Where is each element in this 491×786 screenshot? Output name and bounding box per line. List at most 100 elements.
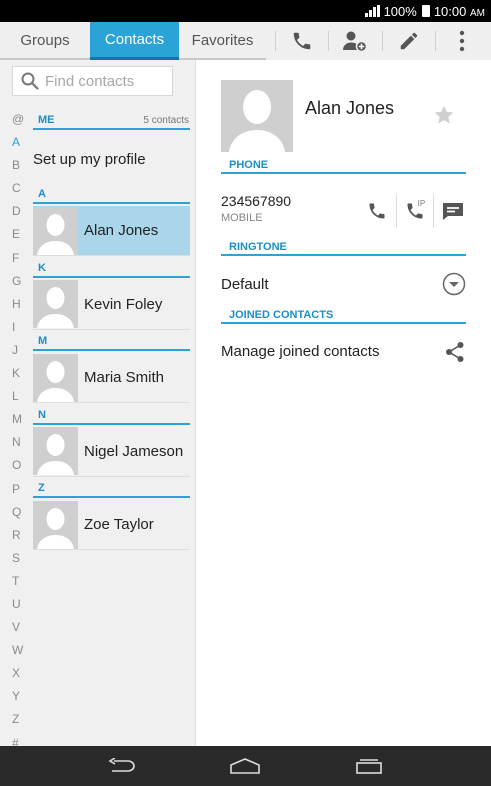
alphabet-index-letter[interactable]: U: [0, 593, 34, 616]
alphabet-index-letter[interactable]: I: [0, 316, 34, 339]
alphabet-index-letter[interactable]: L: [0, 385, 34, 408]
ip-label: IP: [417, 199, 426, 208]
share-button[interactable]: [445, 341, 465, 368]
message-button[interactable]: [434, 193, 471, 229]
alphabet-index-letter[interactable]: Z: [0, 708, 34, 731]
battery-level: 100%: [383, 3, 417, 19]
avatar: [33, 353, 78, 402]
alphabet-index-letter[interactable]: T: [0, 570, 34, 593]
contact-list-item[interactable]: Maria Smith: [33, 353, 190, 403]
alphabet-index-letter[interactable]: D: [0, 200, 34, 223]
person-silhouette-icon: [37, 507, 74, 549]
clock: 10:00 AM: [433, 3, 485, 19]
avatar: [33, 280, 78, 328]
contact-list-item[interactable]: Kevin Foley: [33, 280, 190, 330]
contact-name: Nigel Jameson: [84, 442, 184, 460]
add-contact-button[interactable]: [335, 26, 375, 56]
alphabet-index-letter[interactable]: J: [0, 339, 34, 362]
phone-actions: IP: [359, 193, 471, 229]
action-bar: Groups Contacts Favorites: [0, 22, 491, 60]
alphabet-index-letter[interactable]: O: [0, 454, 34, 477]
alphabet-index-letter[interactable]: E: [0, 223, 34, 246]
divider: [434, 31, 436, 51]
ip-call-button[interactable]: IP: [397, 193, 434, 229]
favorite-toggle[interactable]: [433, 104, 455, 131]
section-header: A: [33, 186, 190, 204]
contact-list-pane: Find contacts @ A B C D E F G H I J K L M N O P Q R S T U V W X Y…: [0, 60, 196, 750]
avatar: [33, 500, 78, 549]
alphabet-index-letter[interactable]: Q: [0, 501, 34, 524]
person-silhouette-icon: [37, 360, 74, 402]
phone-number[interactable]: 234567890: [221, 193, 291, 209]
ringtone-section-header: RINGTONE: [221, 240, 466, 256]
phone-section-header: PHONE: [221, 158, 466, 174]
signal-icon: [364, 5, 380, 17]
overflow-menu-button[interactable]: [442, 26, 482, 56]
contact-list-item[interactable]: Alan Jones: [33, 206, 190, 256]
tab-favorites[interactable]: Favorites: [179, 22, 266, 60]
star-icon: [434, 105, 454, 124]
alphabet-index-letter[interactable]: G: [0, 270, 34, 293]
alphabet-index[interactable]: @ A B C D E F G H I J K L M N O P Q R S T U V W X Y Z #: [0, 108, 34, 755]
alphabet-index-letter[interactable]: M: [0, 408, 34, 431]
back-icon: [108, 758, 135, 772]
alphabet-index-letter[interactable]: H: [0, 293, 34, 316]
message-icon: [442, 203, 463, 220]
contact-name: Zoe Taylor: [84, 516, 154, 533]
tab-groups[interactable]: Groups: [0, 22, 90, 60]
phone-type: MOBILE: [221, 212, 263, 224]
person-silhouette-icon: [37, 213, 74, 255]
contact-name: Maria Smith: [84, 369, 165, 386]
alphabet-index-letter[interactable]: W: [0, 639, 34, 662]
alphabet-index-letter[interactable]: S: [0, 547, 34, 570]
edit-button[interactable]: [389, 26, 429, 56]
home-icon: [230, 758, 261, 774]
divider: [328, 31, 330, 51]
set-up-profile-item[interactable]: Set up my profile: [33, 142, 190, 176]
chevron-down-icon: [442, 272, 466, 296]
contact-list-item[interactable]: Zoe Taylor: [33, 500, 190, 550]
call-button[interactable]: [359, 193, 396, 229]
alphabet-index-letter[interactable]: A: [0, 131, 34, 154]
contact-name: Alan Jones: [84, 222, 159, 239]
status-bar: 100% 10:00 AM: [0, 0, 491, 22]
alphabet-index-letter[interactable]: P: [0, 478, 34, 501]
ringtone-value[interactable]: Default: [221, 276, 269, 293]
ringtone-dropdown[interactable]: [442, 272, 466, 301]
more-vert-icon: [459, 30, 465, 52]
search-placeholder: Find contacts: [45, 72, 135, 90]
search-input[interactable]: Find contacts: [12, 66, 173, 96]
contact-photo[interactable]: [221, 80, 293, 152]
tab-contacts[interactable]: Contacts: [90, 22, 179, 60]
alphabet-index-letter[interactable]: @: [0, 108, 34, 131]
section-header: N: [33, 407, 190, 425]
alphabet-index-letter[interactable]: N: [0, 431, 34, 454]
recent-apps-button[interactable]: [339, 746, 399, 786]
person-silhouette-icon: [229, 90, 285, 152]
pencil-icon: [400, 32, 417, 50]
dialer-button[interactable]: [282, 26, 322, 56]
person-silhouette-icon: [37, 287, 74, 328]
contact-count: 5 contacts: [143, 115, 189, 126]
alphabet-index-letter[interactable]: K: [0, 362, 34, 385]
alphabet-index-letter[interactable]: B: [0, 154, 34, 177]
contact-list-item[interactable]: Nigel Jameson: [33, 427, 190, 477]
person-silhouette-icon: [37, 434, 74, 475]
divider: [381, 31, 383, 51]
back-button[interactable]: [92, 746, 152, 786]
alphabet-index-letter[interactable]: C: [0, 177, 34, 200]
share-icon: [446, 342, 464, 362]
contact-name: Kevin Foley: [84, 295, 163, 313]
avatar: [33, 427, 78, 475]
alphabet-index-letter[interactable]: R: [0, 524, 34, 547]
manage-joined-contacts[interactable]: Manage joined contacts: [221, 343, 379, 360]
navigation-bar: [0, 746, 491, 786]
alphabet-index-letter[interactable]: Y: [0, 685, 34, 708]
add-person-icon: [343, 31, 368, 53]
alphabet-index-letter[interactable]: V: [0, 616, 34, 639]
section-header: Z: [33, 480, 190, 498]
alphabet-index-letter[interactable]: X: [0, 662, 34, 685]
contact-name: Alan Jones: [305, 98, 395, 118]
home-button[interactable]: [215, 746, 275, 786]
alphabet-index-letter[interactable]: F: [0, 247, 34, 270]
